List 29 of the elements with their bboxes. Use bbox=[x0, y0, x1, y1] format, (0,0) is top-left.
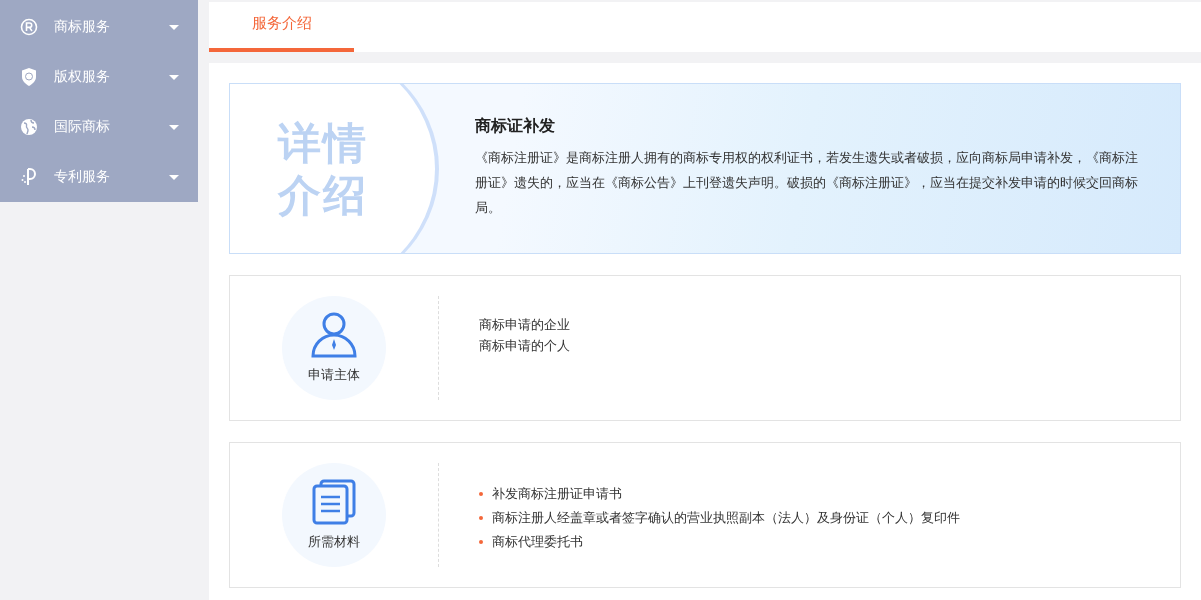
documents-icon bbox=[312, 479, 356, 525]
material-item: 补发商标注册证申请书 bbox=[492, 485, 622, 503]
bullet-icon bbox=[479, 516, 483, 520]
caret-icon bbox=[169, 174, 179, 180]
banner-heading: 介绍 bbox=[278, 168, 369, 221]
person-icon bbox=[310, 312, 358, 358]
intro-title: 商标证补发 bbox=[475, 116, 556, 137]
globe-icon bbox=[20, 118, 38, 136]
banner-heading: 详情 bbox=[278, 116, 369, 169]
section-label: 申请主体 bbox=[308, 366, 360, 384]
sidebar-item[interactable]: 国际商标 bbox=[0, 102, 198, 152]
registered-icon bbox=[20, 18, 38, 36]
bullet-icon bbox=[479, 540, 483, 544]
caret-icon bbox=[169, 24, 179, 30]
patent-icon bbox=[20, 167, 38, 187]
sidebar-item[interactable]: 版权服务 bbox=[0, 52, 198, 102]
caret-icon bbox=[169, 124, 179, 130]
section-label: 所需材料 bbox=[308, 533, 360, 551]
bullet-icon bbox=[479, 492, 483, 496]
applicant-item: 商标申请的企业 bbox=[479, 316, 570, 334]
sidebar-item[interactable]: 商标服务 bbox=[0, 2, 198, 52]
caret-icon bbox=[169, 74, 179, 80]
shield-icon bbox=[20, 67, 38, 87]
applicant-item: 商标申请的个人 bbox=[479, 337, 570, 355]
sidebar-item[interactable]: 专利服务 bbox=[0, 152, 198, 202]
material-item: 商标代理委托书 bbox=[492, 533, 583, 551]
intro-text: 《商标注册证》是商标注册人拥有的商标专用权的权利证书，若发生遗失或者破损，应向商标局申请补发，《商标注册证》遗失的，应当在《商标公告》上刊登遗失声明。破损的《商标注册证》，应当在提交补发申请的时候交回商标局。 bbox=[475, 149, 1139, 217]
tab[interactable]: 服务介绍 bbox=[209, 2, 354, 52]
material-item: 商标注册人经盖章或者签字确认的营业执照副本（法人）及身份证（个人）复印件 bbox=[492, 509, 960, 527]
